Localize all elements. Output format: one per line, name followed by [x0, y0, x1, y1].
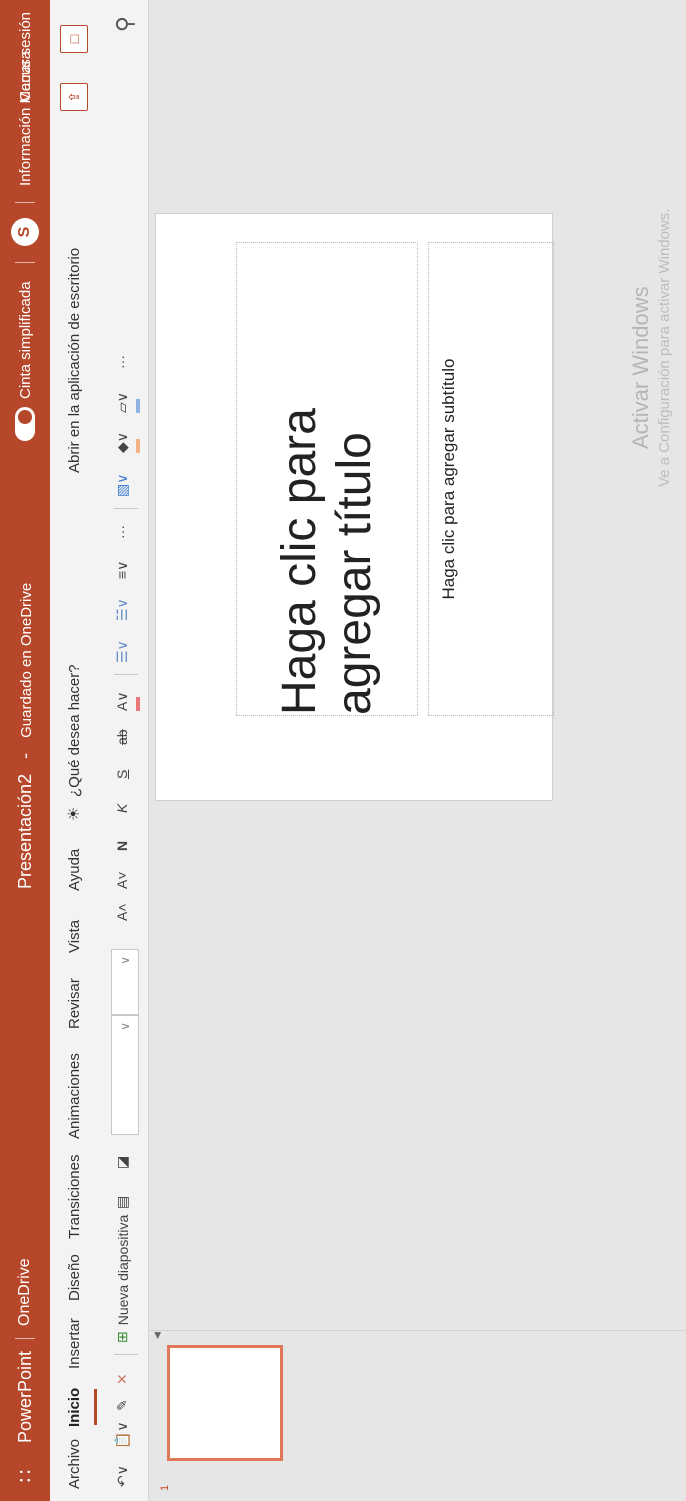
slide-number: 1 — [159, 1484, 171, 1491]
tab-animaciones[interactable]: Animaciones — [66, 1053, 83, 1139]
shrink-font-button[interactable]: A˅ — [114, 871, 130, 889]
shape-outline-swatch — [136, 399, 140, 413]
document-title-group: Presentación2 - Guardado en OneDrive — [15, 583, 36, 889]
slide-thumbnail[interactable] — [167, 1345, 283, 1461]
divider — [114, 1354, 138, 1355]
tab-inicio[interactable]: Inicio — [66, 1388, 83, 1427]
new-slide-icon: ⊞ — [114, 1331, 130, 1343]
shape-fill-icon[interactable]: ◆∨ — [114, 432, 131, 453]
powerpoint-online-window: ∷ PowerPoint OneDrive Presentación2 - Gu… — [0, 0, 686, 1501]
shapes-icon[interactable]: ▧∨ — [114, 474, 131, 497]
save-status[interactable]: Guardado en OneDrive — [18, 583, 35, 738]
bold-button[interactable]: N — [114, 841, 130, 851]
numbering-icon[interactable]: ☱∨ — [114, 598, 131, 621]
align-icon[interactable]: ≡∨ — [114, 561, 131, 579]
font-size-select[interactable]: ∨ — [111, 949, 139, 1015]
strikethrough-button[interactable]: ab — [114, 729, 130, 745]
slide-thumbnail-panel: 1 — [149, 1341, 686, 1501]
divider — [15, 202, 35, 203]
paste-icon[interactable]: 📋∨ — [114, 1421, 131, 1449]
divider — [114, 674, 138, 675]
subtitle-placeholder[interactable]: Haga clic para agregar subtítulo — [428, 242, 554, 716]
delete-icon[interactable]: ✕ — [114, 1373, 131, 1385]
new-slide-label: Nueva diapositiva — [114, 1214, 131, 1326]
shape-outline-icon[interactable]: ▱∨ — [114, 392, 131, 413]
activation-watermark-text: Ve a Configuración para activar Windows. — [656, 208, 673, 487]
font-family-select[interactable]: ∨ — [111, 1015, 139, 1135]
slide-canvas[interactable]: Haga clic para agregar título Haga clic … — [155, 213, 554, 801]
panel-divider[interactable] — [149, 1330, 686, 1331]
ribbon-toolbar: ↶∨ 📋∨ ✎ ✕ ⊞ Nueva diapositiva ▤ ◪ ∨ ∨ A˄… — [102, 0, 149, 1501]
more-paragraph-button[interactable]: ··· — [114, 525, 130, 539]
simplified-ribbon-label: Cinta simplificada — [16, 281, 34, 399]
font-color-button[interactable]: A∨ — [114, 691, 131, 711]
title-bar: ∷ PowerPoint OneDrive Presentación2 - Gu… — [0, 0, 50, 1501]
tab-archivo[interactable]: Archivo — [66, 1439, 83, 1489]
skype-icon[interactable]: S — [11, 218, 39, 246]
simplified-ribbon-toggle[interactable] — [15, 407, 35, 441]
lightbulb-icon: ☀ — [66, 806, 83, 821]
tab-vista[interactable]: Vista — [66, 920, 83, 953]
title-placeholder-text: Haga clic para agregar título — [273, 408, 381, 715]
open-in-desktop-link[interactable]: Abrir en la aplicación de escritorio — [66, 248, 83, 473]
tab-transiciones[interactable]: Transiciones — [66, 1155, 83, 1239]
panel-collapse-icon[interactable]: ◀ — [152, 1327, 166, 1339]
sign-out-link[interactable]: Cerrar sesión — [17, 12, 34, 102]
grow-font-button[interactable]: A˄ — [114, 903, 130, 921]
divider — [15, 1337, 35, 1339]
divider — [114, 508, 138, 509]
ribbon-tabs: Archivo Inicio Insertar Diseño Transicio… — [50, 0, 102, 1501]
share-icon[interactable]: ⇪ — [60, 83, 88, 111]
active-tab-indicator — [94, 1389, 97, 1425]
comments-icon[interactable]: □ — [60, 25, 88, 53]
title-placeholder[interactable]: Haga clic para agregar título — [236, 242, 418, 716]
more-drawing-button[interactable]: ··· — [114, 355, 130, 369]
app-launcher-icon[interactable]: ∷ — [0, 1451, 50, 1501]
underline-button[interactable]: S — [114, 770, 130, 779]
document-name[interactable]: Presentación2 — [15, 774, 35, 889]
font-color-swatch — [136, 697, 140, 711]
activation-watermark-title: Activar Windows — [628, 286, 653, 449]
format-painter-icon[interactable]: ✎ — [114, 1399, 131, 1411]
tab-ayuda[interactable]: Ayuda — [66, 849, 83, 891]
onedrive-link[interactable]: OneDrive — [16, 1258, 34, 1326]
search-icon[interactable]: ⚲ — [112, 16, 138, 32]
italic-button[interactable]: K — [114, 804, 130, 813]
title-dash: - — [14, 752, 35, 759]
undo-icon[interactable]: ↶∨ — [114, 1465, 131, 1487]
tab-revisar[interactable]: Revisar — [66, 978, 83, 1029]
layout-icon[interactable]: ▤ — [114, 1196, 131, 1209]
subtitle-placeholder-text: Haga clic para agregar subtítulo — [439, 358, 458, 600]
tab-diseno[interactable]: Diseño — [66, 1254, 83, 1301]
bullets-icon[interactable]: ☰∨ — [114, 640, 131, 663]
section-icon[interactable]: ◪ — [114, 1156, 131, 1169]
divider — [15, 262, 35, 263]
new-slide-button[interactable]: ⊞ Nueva diapositiva — [114, 1215, 131, 1343]
shape-fill-swatch — [136, 439, 140, 453]
tell-me-search[interactable]: ¿Qué desea hacer? — [66, 664, 83, 797]
app-name[interactable]: PowerPoint — [15, 1351, 36, 1443]
tab-insertar[interactable]: Insertar — [66, 1318, 83, 1369]
